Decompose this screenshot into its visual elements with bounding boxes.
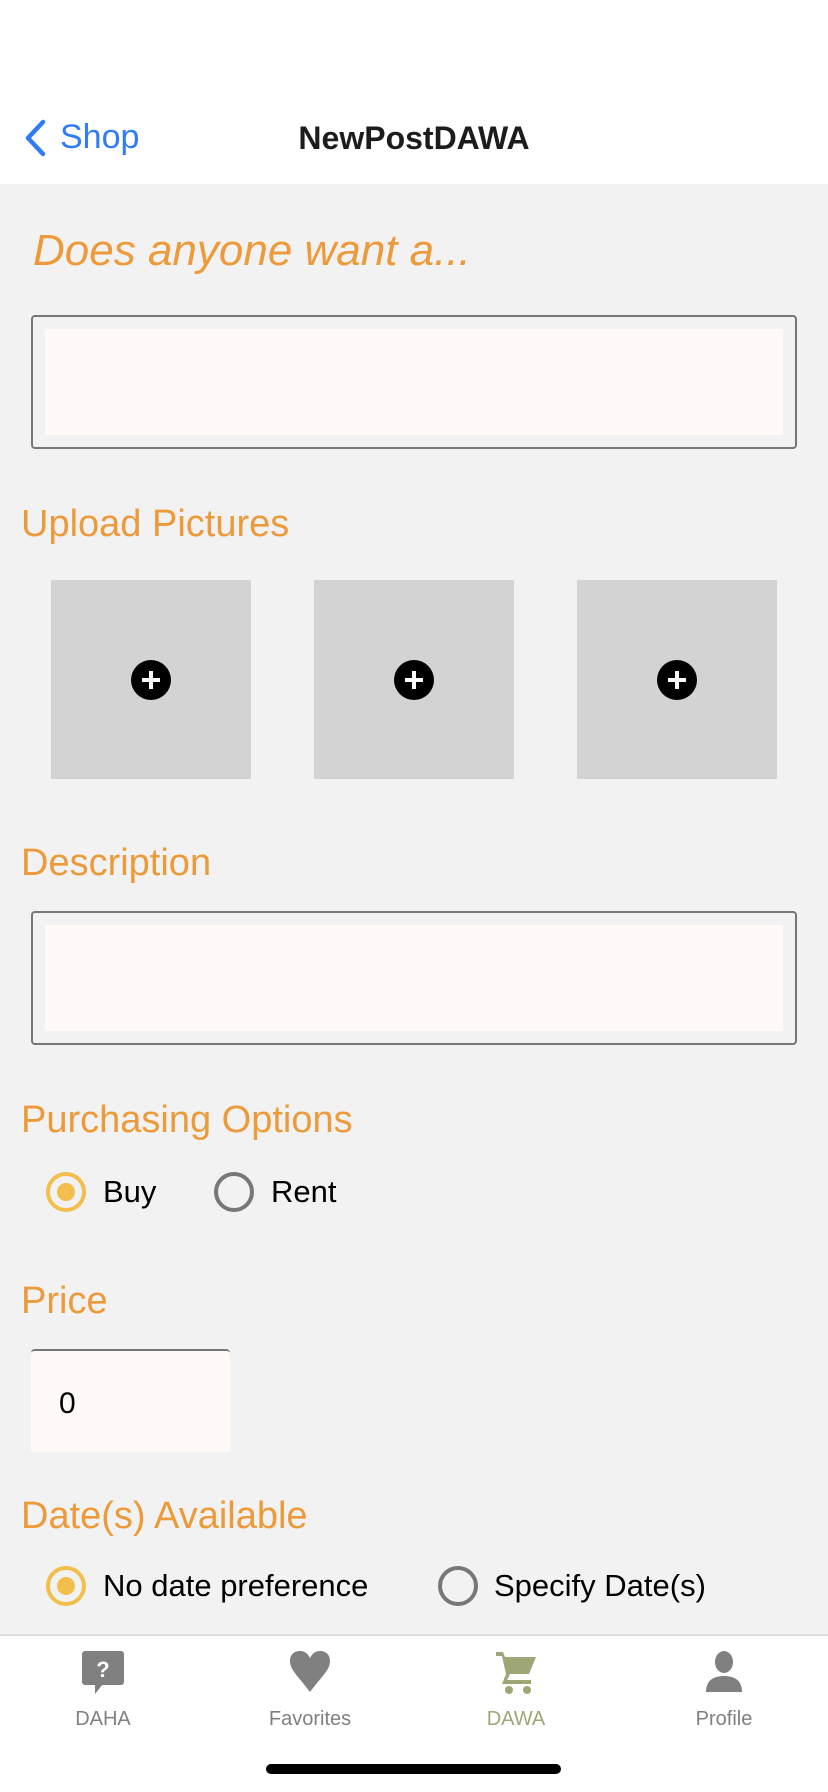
page-title: NewPostDAWA <box>298 120 530 156</box>
radio-buy[interactable] <box>46 1172 86 1212</box>
home-indicator <box>266 1764 561 1774</box>
tab-daha[interactable]: ? DAHA <box>23 1650 183 1731</box>
radio-rent[interactable] <box>214 1172 254 1212</box>
plus-circle-icon <box>394 660 434 700</box>
tab-label: DAWA <box>486 1708 546 1730</box>
radio-rent-label[interactable]: Rent <box>271 1174 336 1210</box>
question-bubble-icon: ? <box>82 1651 124 1694</box>
tab-profile[interactable]: Profile <box>644 1650 804 1731</box>
radio-no-date-label[interactable]: No date preference <box>103 1568 368 1604</box>
picture-slot-3[interactable] <box>577 580 777 779</box>
svg-text:?: ? <box>96 1657 109 1682</box>
radio-no-date-preference[interactable] <box>46 1566 86 1606</box>
tab-label: Profile <box>695 1708 753 1730</box>
plus-circle-icon <box>131 660 171 700</box>
price-input[interactable]: 0 <box>31 1349 230 1452</box>
heading: Does anyone want a... <box>33 226 471 275</box>
picture-slot-2[interactable] <box>314 580 514 779</box>
purchasing-options-label: Purchasing Options <box>21 1099 353 1141</box>
description-label: Description <box>21 842 212 884</box>
price-label: Price <box>21 1280 108 1322</box>
picture-slot-1[interactable] <box>51 580 251 779</box>
plus-circle-icon <box>657 660 697 700</box>
radio-specify-dates[interactable] <box>438 1566 478 1606</box>
title-input[interactable] <box>31 315 797 449</box>
upload-pictures-label: Upload Pictures <box>21 503 290 545</box>
radio-specify-dates-label[interactable]: Specify Date(s) <box>494 1568 706 1604</box>
dates-available-label: Date(s) Available <box>21 1495 308 1537</box>
description-input[interactable] <box>31 911 797 1045</box>
radio-buy-label[interactable]: Buy <box>103 1174 156 1210</box>
person-icon <box>706 1651 742 1692</box>
tab-favorites[interactable]: Favorites <box>230 1650 390 1731</box>
tab-dawa[interactable]: DAWA <box>436 1650 596 1731</box>
heart-icon <box>290 1651 330 1692</box>
tab-label: Favorites <box>268 1708 352 1730</box>
tab-label: DAHA <box>75 1708 131 1730</box>
cart-icon <box>496 1652 536 1694</box>
